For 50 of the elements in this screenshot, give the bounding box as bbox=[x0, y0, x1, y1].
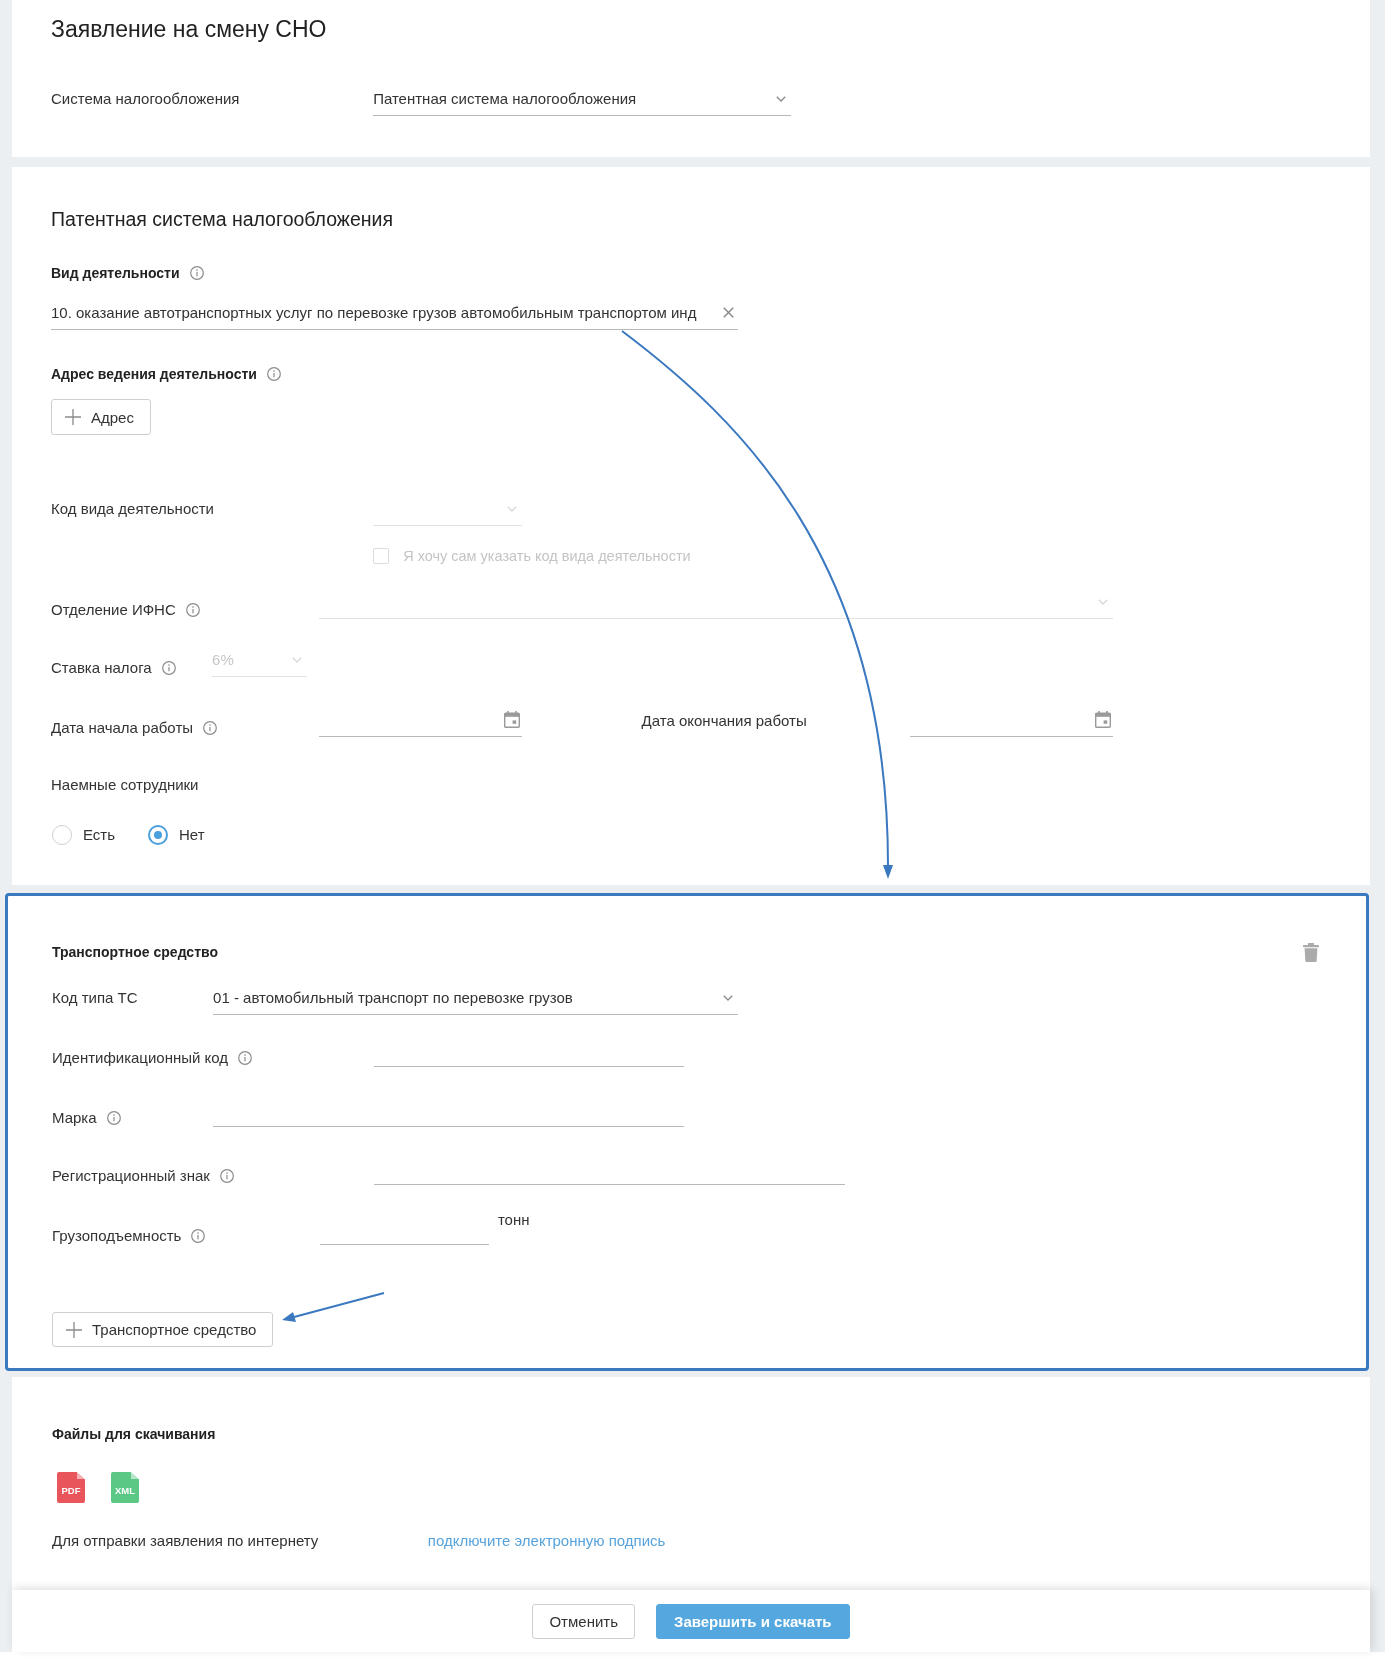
field-label: Система налогообложения bbox=[51, 90, 240, 108]
chevron-down-icon bbox=[1097, 598, 1108, 605]
field-label: Регистрационный знак bbox=[52, 1167, 210, 1185]
field-label: Дата начала работы bbox=[51, 719, 194, 737]
checkbox-label: Я хочу сам указать код вида деятельности bbox=[403, 547, 691, 565]
chevron-down-icon bbox=[292, 656, 303, 663]
info-icon[interactable] bbox=[189, 266, 204, 280]
trash-icon[interactable] bbox=[1303, 942, 1319, 962]
add-address-button[interactable]: Адрес bbox=[51, 399, 151, 435]
section-title: Патентная система налогообложения bbox=[51, 207, 393, 231]
chevron-down-icon bbox=[775, 95, 786, 102]
radio-button[interactable] bbox=[52, 825, 72, 845]
info-icon[interactable] bbox=[266, 367, 281, 381]
info-icon[interactable] bbox=[219, 1169, 234, 1183]
field-label: Код вида деятельности bbox=[51, 500, 214, 518]
info-icon[interactable] bbox=[203, 721, 218, 735]
select-field[interactable]: 01 - автомобильный транспорт по перевозке грузов bbox=[213, 981, 738, 1015]
info-text: Для отправки заявления по интернету bbox=[52, 1532, 319, 1550]
calendar-icon[interactable] bbox=[1094, 711, 1111, 728]
field-label: Отделение ИФНС bbox=[51, 601, 176, 619]
page-title: Заявление на смену СНО bbox=[51, 15, 327, 43]
field-label: Дата окончания работы bbox=[641, 712, 807, 730]
autocomplete-field[interactable]: 10. оказание автотранспортных услуг по перевозке грузов автомобильным транспортом инд bbox=[51, 296, 738, 330]
unit-label: тонн bbox=[497, 1211, 530, 1229]
clear-icon[interactable] bbox=[723, 307, 734, 318]
chevron-down-icon bbox=[507, 505, 518, 512]
calendar-icon[interactable] bbox=[504, 711, 521, 728]
info-icon[interactable] bbox=[191, 1229, 206, 1243]
field-label: Код типа ТС bbox=[52, 989, 138, 1007]
field-label: Ставка налога bbox=[51, 659, 152, 677]
chevron-down-icon bbox=[722, 994, 733, 1001]
file-download-button[interactable]: PDF bbox=[57, 1472, 85, 1503]
radio-label: Нет bbox=[179, 826, 205, 844]
field-label: Марка bbox=[52, 1109, 97, 1127]
field-label: Наемные сотрудники bbox=[51, 776, 199, 794]
plus-icon bbox=[66, 1321, 82, 1338]
radio-button[interactable] bbox=[148, 825, 169, 845]
cancel-button[interactable]: Отменить bbox=[532, 1603, 635, 1639]
field-label: Адрес ведения деятельности bbox=[51, 365, 257, 383]
field-label: Идентификационный код bbox=[52, 1049, 229, 1067]
section-title: Транспортное средство bbox=[52, 943, 218, 961]
plus-icon bbox=[65, 409, 81, 425]
info-icon[interactable] bbox=[106, 1111, 121, 1125]
radio-label: Есть bbox=[83, 826, 116, 844]
section-title: Файлы для скачивания bbox=[52, 1425, 216, 1443]
select-field[interactable]: Патентная система налогообложения bbox=[373, 82, 791, 116]
add-vehicle-button[interactable]: Транспортное средство bbox=[52, 1312, 274, 1347]
field-label: Грузоподъемность bbox=[52, 1227, 182, 1245]
info-icon[interactable] bbox=[238, 1051, 253, 1065]
field-label: Вид деятельности bbox=[51, 264, 180, 282]
